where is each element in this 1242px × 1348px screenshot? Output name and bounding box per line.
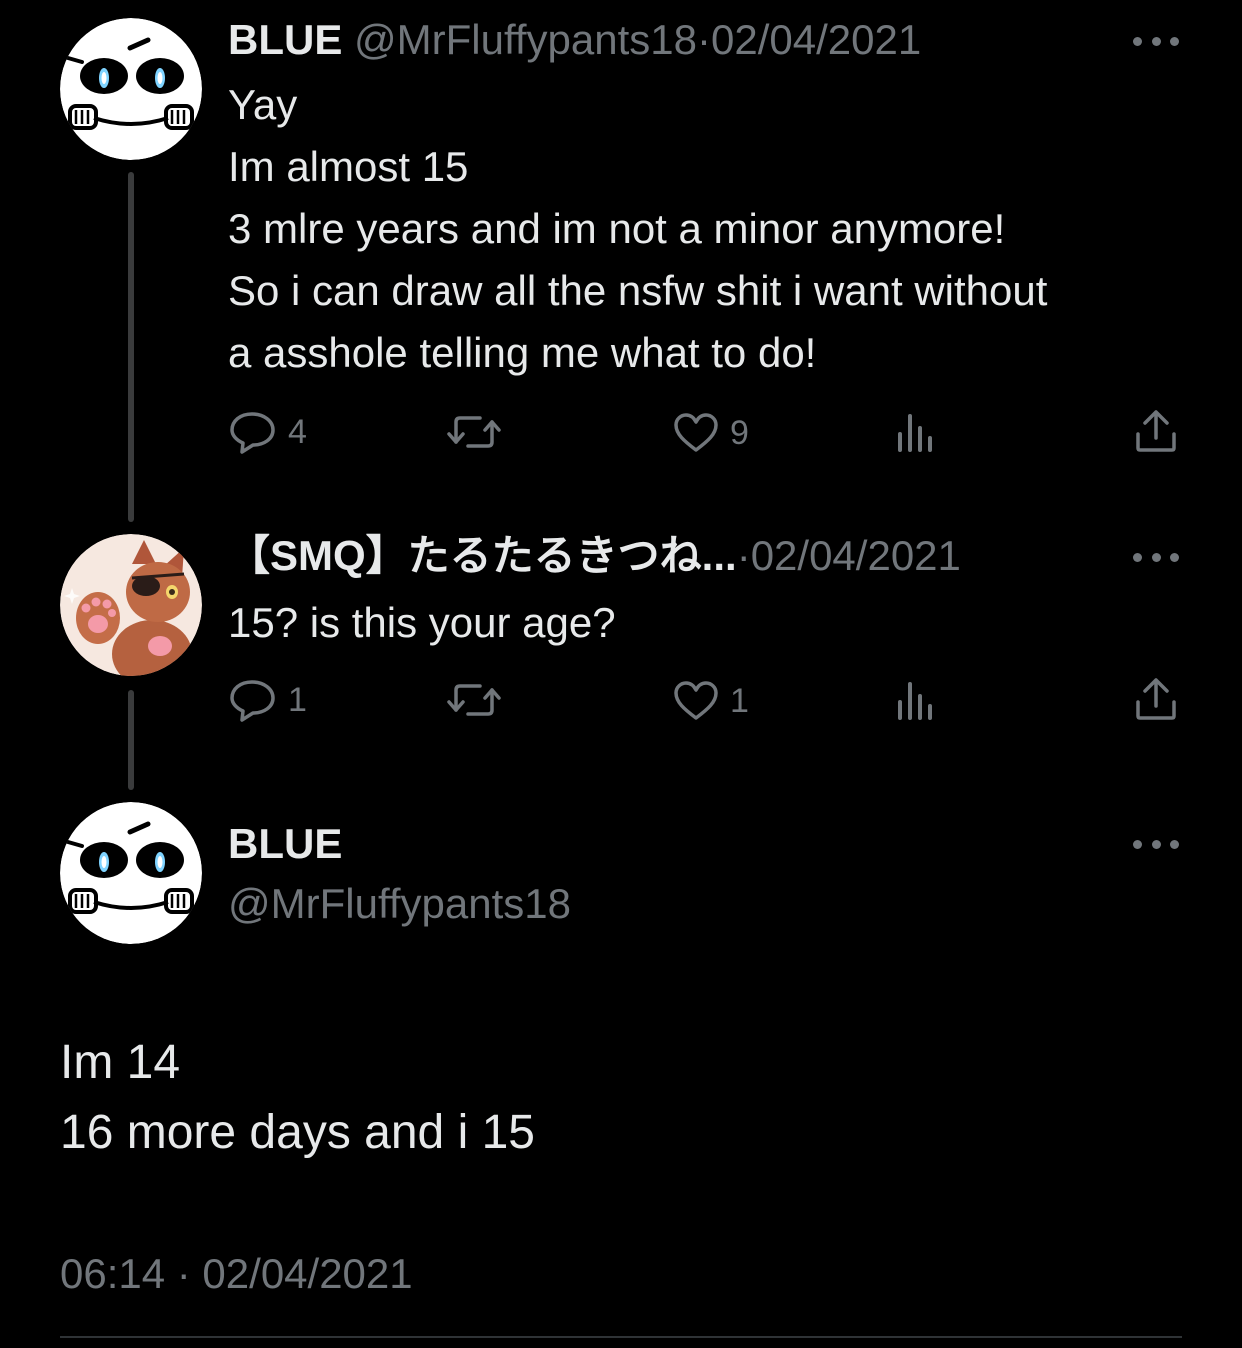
tweet1-line: Yay [228, 81, 298, 128]
tweet1-like-count: 9 [730, 413, 749, 452]
tweet1-more-icon[interactable] [1133, 35, 1179, 47]
tweet1-like-button[interactable]: 9 [672, 412, 749, 454]
bar-chart-icon [898, 682, 932, 720]
tweet3-line: Im 14 [60, 1036, 181, 1089]
speech-bubble-icon [230, 680, 275, 722]
tweet3-timestamp[interactable]: 06:14 · 02/04/2021 [60, 1248, 413, 1300]
bottom-divider [60, 1336, 1182, 1338]
tweet1-reply-count: 4 [288, 412, 307, 451]
share-icon [1136, 678, 1176, 720]
share-icon [1136, 410, 1176, 452]
tweet2-retweet-button[interactable] [446, 680, 512, 720]
tweet1-line: So i can draw all the nsfw shit i want w… [228, 267, 1048, 314]
tweet2-like-button[interactable]: 1 [672, 680, 749, 722]
tweet2-line: 15? is this your age? [228, 599, 616, 646]
retweet-icon [447, 684, 501, 716]
tweet3-more-icon[interactable] [1133, 838, 1179, 850]
tweet1-line: Im almost 15 [228, 143, 469, 190]
tweet3-handle-row: @MrFluffypants18 [228, 880, 571, 928]
avatar-blue[interactable] [60, 18, 202, 160]
tweet2-more-icon[interactable] [1133, 551, 1179, 563]
tweet2-views-button[interactable] [896, 680, 936, 722]
tweet1-reply-button[interactable]: 4 [228, 410, 307, 454]
tweet1-views-button[interactable] [896, 412, 936, 454]
thread-line-1 [128, 172, 134, 522]
tweet3-line: 16 more days and i 15 [60, 1106, 535, 1159]
tweet3-text: Im 14 16 more days and i 15 [60, 1028, 535, 1168]
tweet2-display-name[interactable]: 【SMQ】たるたるきつね... [228, 532, 737, 579]
avatar-smq[interactable] [60, 534, 202, 676]
thread-line-2 [128, 690, 134, 790]
tweet3-display-name[interactable]: BLUE [228, 820, 342, 867]
blue-skull-avatar-image [60, 802, 202, 944]
tweet1-header: BLUE @MrFluffypants18·02/04/2021 [228, 16, 921, 64]
tweet1-separator: · [697, 16, 712, 63]
tweet2-like-count: 1 [730, 681, 749, 720]
tweet1-line: a asshole telling me what to do! [228, 329, 817, 376]
tweet2-text: 15? is this your age? [228, 592, 616, 654]
heart-icon [674, 413, 718, 452]
tweet2-date[interactable]: 02/04/2021 [751, 532, 961, 579]
tweet1-retweet-button[interactable] [446, 412, 512, 452]
tweet2-share-button[interactable] [1134, 676, 1178, 722]
tweet1-line: 3 mlre years and im not a minor anymore! [228, 205, 1006, 252]
tweet1-display-name[interactable]: BLUE [228, 16, 342, 63]
tweet1-handle[interactable]: @MrFluffypants18 [354, 16, 697, 63]
bar-chart-icon [898, 414, 932, 452]
tweet3-display-name-row: BLUE [228, 820, 342, 868]
tweet2-header: 【SMQ】たるたるきつね...·02/04/2021 [228, 532, 961, 580]
tweet1-text: Yay Im almost 15 3 mlre years and im not… [228, 74, 1047, 384]
speech-bubble-icon [230, 412, 275, 454]
tweet1-date[interactable]: 02/04/2021 [711, 16, 921, 63]
tweet1-share-button[interactable] [1134, 408, 1178, 454]
avatar-blue-focused[interactable] [60, 802, 202, 944]
fox-character-avatar-image [60, 534, 202, 676]
tweet3-handle[interactable]: @MrFluffypants18 [228, 880, 571, 927]
blue-skull-avatar-image [60, 18, 202, 160]
tweet2-reply-button[interactable]: 1 [228, 678, 307, 722]
retweet-icon [447, 416, 501, 448]
tweet2-separator: · [736, 532, 751, 579]
heart-icon [674, 681, 718, 720]
tweet2-reply-count: 1 [288, 680, 307, 719]
